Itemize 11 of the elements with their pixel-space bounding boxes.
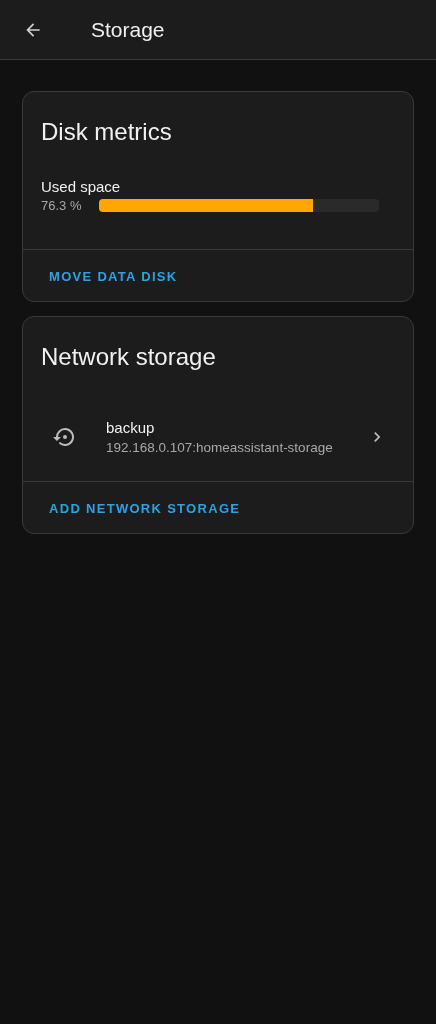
metric-reading: 76.3 % (41, 198, 82, 213)
storage-name: backup (106, 419, 156, 436)
storage-address: 192.168.0.107:homeassistant-storage (106, 440, 334, 455)
move-data-disk-button[interactable]: MOVE DATA DISK (49, 269, 178, 284)
add-network-storage-button[interactable]: ADD NETWORK STORAGE (49, 501, 241, 516)
card-title: Disk metrics (41, 118, 173, 146)
card-title: Network storage (41, 343, 217, 371)
page-title: Storage (91, 17, 165, 42)
storage-item[interactable]: backup 192.168.0.107:homeassistant-storage (23, 419, 413, 455)
restore-icon (52, 425, 76, 449)
metric-label: Used space (41, 178, 122, 195)
